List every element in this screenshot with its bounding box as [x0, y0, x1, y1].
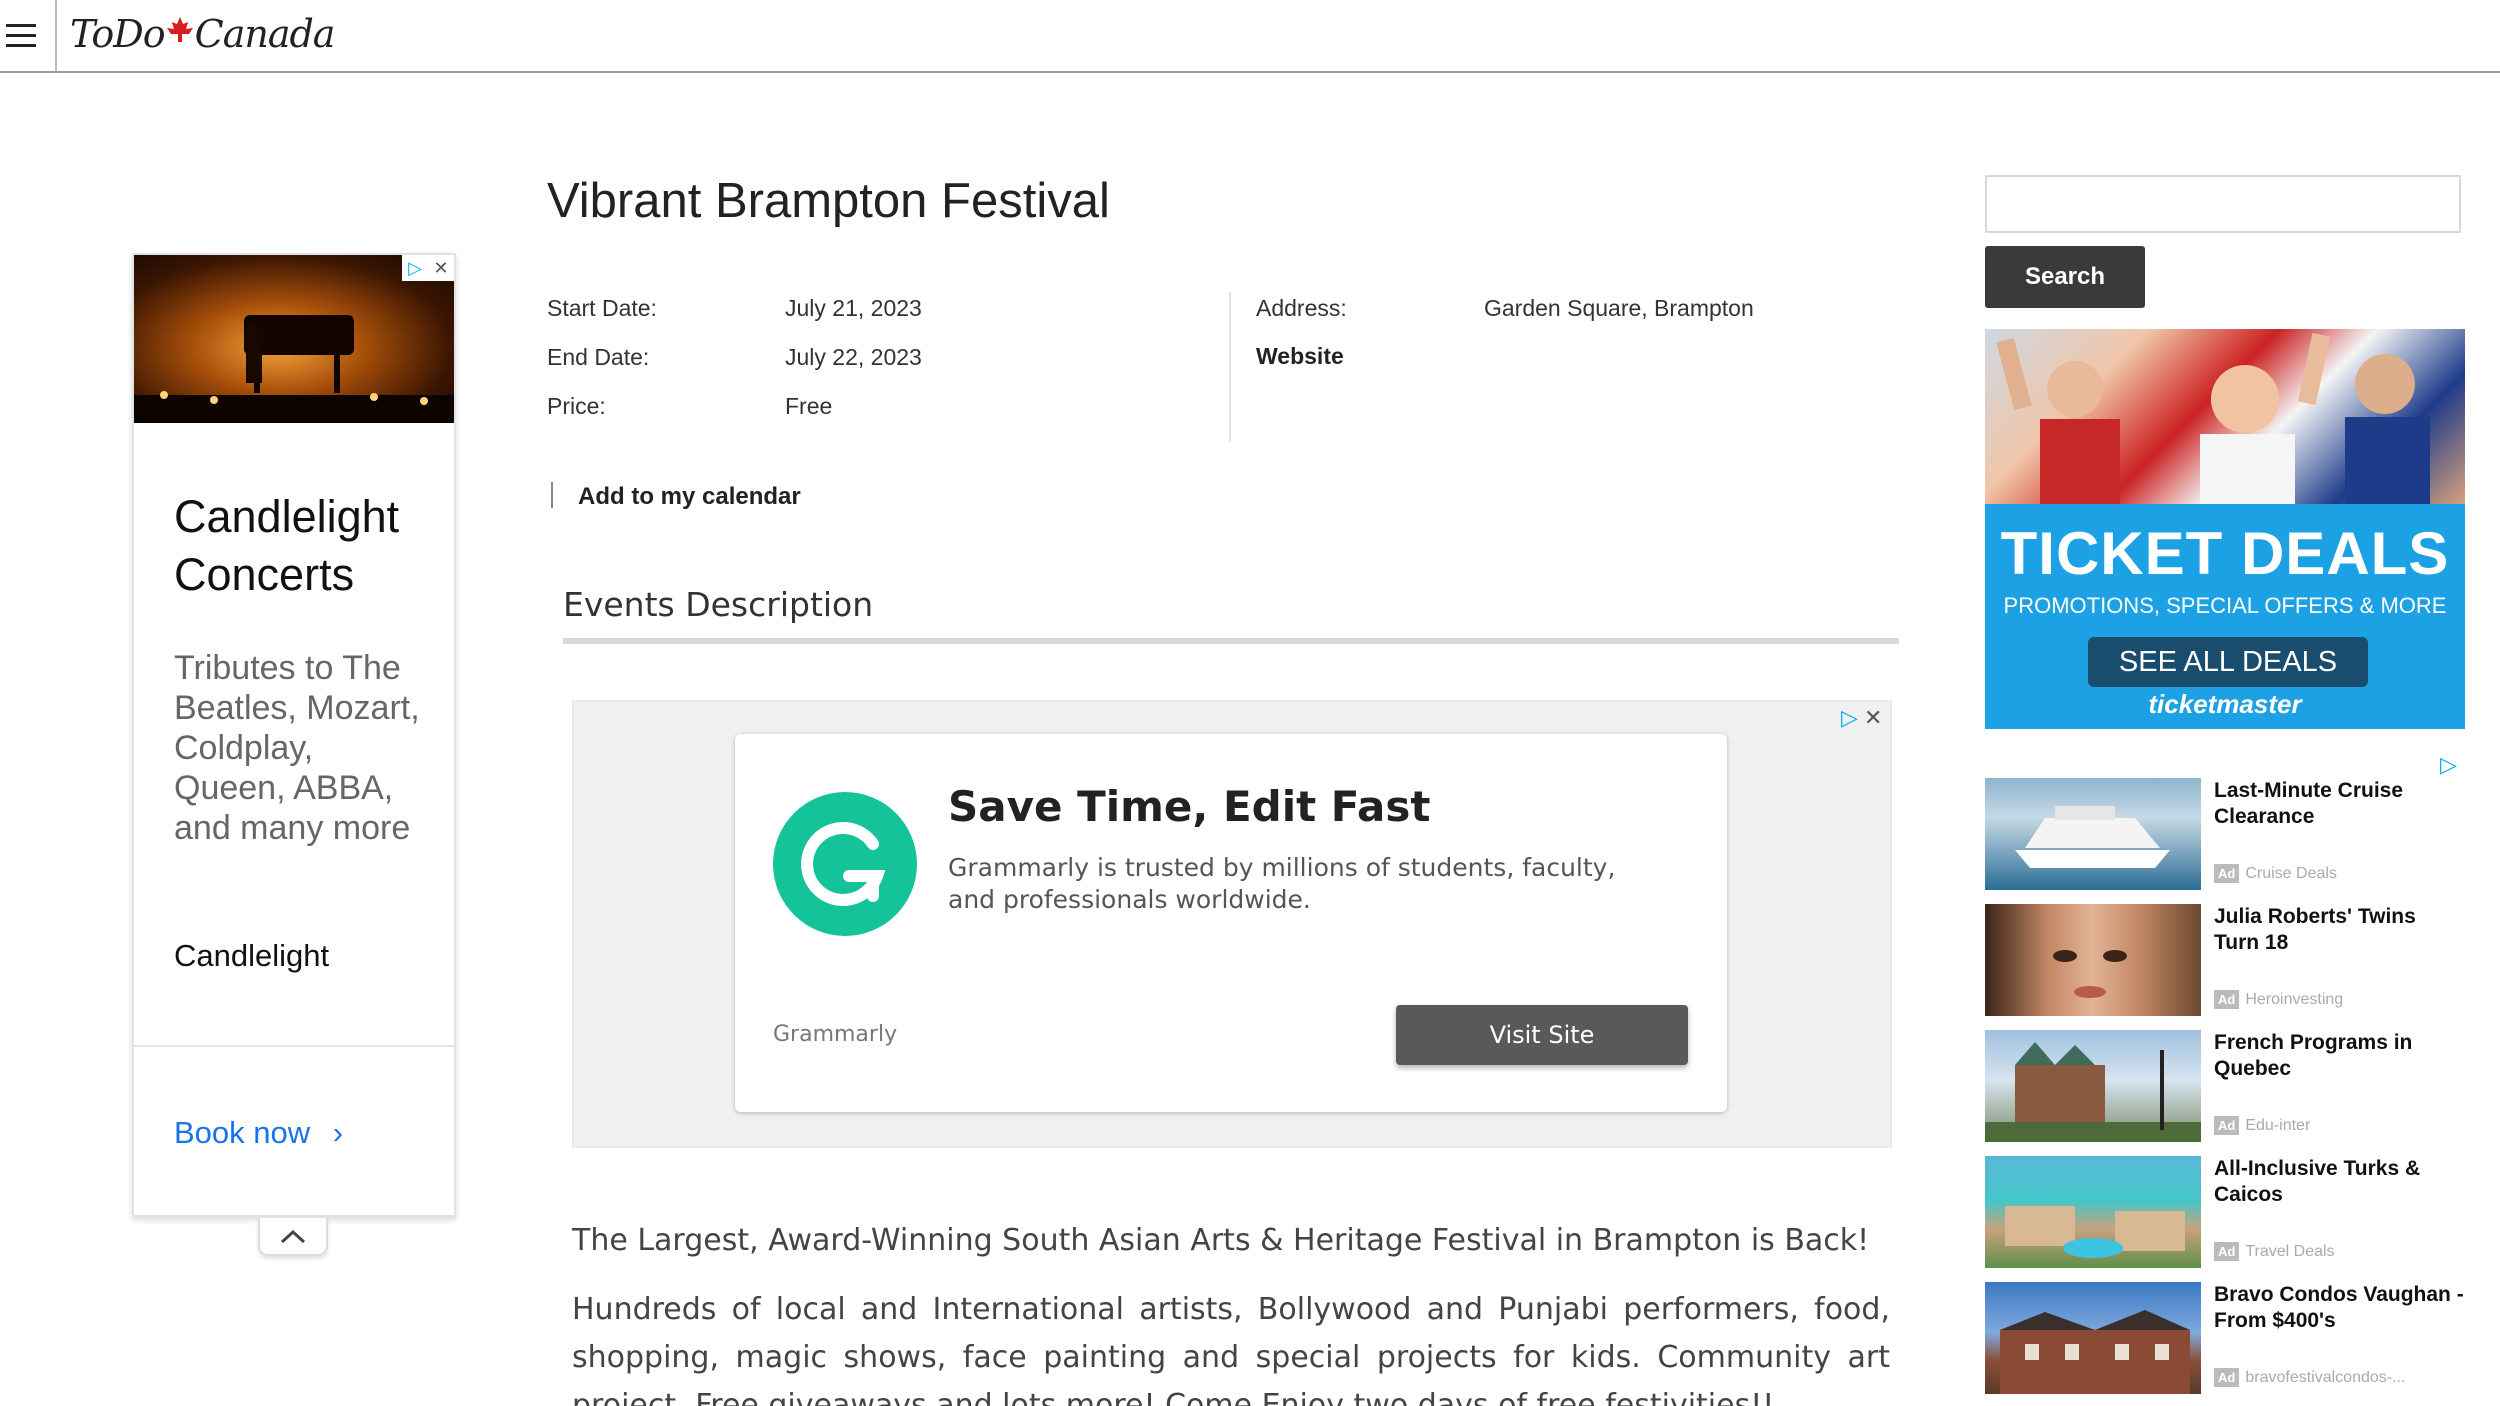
ad-description: Tributes to The Beatles, Mozart, Coldpla…	[174, 649, 420, 847]
start-date-label: Start Date:	[547, 295, 657, 321]
end-date-value: July 22, 2023	[785, 344, 922, 370]
source-name: Cruise Deals	[2245, 865, 2337, 882]
sponsored-title: All-Inclusive Turks & Caicos	[2214, 1157, 2421, 1206]
crowd-image	[1985, 329, 2465, 504]
ad-badge: Ad	[2214, 1116, 2240, 1135]
sponsored-item[interactable]: French Programs in Quebec Ad Edu-inter	[1985, 1030, 2465, 1142]
see-all-deals-button[interactable]: SEE ALL DEALS	[2088, 637, 2368, 687]
source-name: bravofestivalcondos-...	[2245, 1369, 2406, 1386]
grammarly-logo-icon	[773, 792, 917, 936]
maple-leaf-icon	[166, 17, 193, 42]
sponsored-source: Ad Edu-inter	[2214, 1116, 2310, 1135]
adchoices-icon[interactable]: ▷	[402, 255, 428, 281]
collapse-ad-button[interactable]	[258, 1218, 328, 1256]
ad-title: Save Time, Edit Fast	[948, 782, 1431, 831]
left-sidebar-ad[interactable]: ▷ ✕ Candlelight Concerts Tributes to The…	[132, 253, 456, 1217]
quebec-chateau-image	[1985, 1030, 2201, 1142]
meta-divider	[1229, 292, 1231, 442]
price-value: Free	[785, 393, 833, 419]
sponsored-source: Ad bravofestivalcondos-...	[2214, 1368, 2405, 1387]
ad-divider	[134, 1045, 454, 1047]
end-date-label: End Date:	[547, 344, 650, 370]
source-name: Edu-inter	[2245, 1117, 2311, 1134]
close-ad-icon[interactable]: ✕	[1864, 705, 1882, 730]
address-value: Garden Square, Brampton	[1484, 295, 1754, 321]
search-input[interactable]	[1985, 175, 2461, 233]
sponsored-source: Ad Travel Deals	[2214, 1242, 2335, 1261]
ad-badge: Ad	[2214, 990, 2240, 1009]
source-name: Heroinvesting	[2245, 991, 2344, 1008]
book-now-link[interactable]: Book now ›	[174, 1115, 343, 1151]
event-intro-paragraph: The Largest, Award-Winning South Asian A…	[572, 1223, 1870, 1258]
chevron-right-icon: ›	[332, 1115, 344, 1150]
section-divider	[563, 638, 1899, 644]
site-header: ToDo Canada	[0, 0, 2500, 73]
ad-badge: Ad	[2214, 864, 2240, 883]
adchoices-icon[interactable]: ▷ ✕	[1841, 705, 1882, 731]
calendar-link-bar	[551, 482, 553, 508]
sponsored-item[interactable]: Last-Minute Cruise Clearance Ad Cruise De…	[1985, 778, 2465, 890]
portrait-image	[1985, 904, 2201, 1016]
sponsored-title: Bravo Condos Vaughan - From $400's	[2214, 1283, 2464, 1332]
events-description-heading: Events Description	[563, 585, 874, 624]
ad-title: Candlelight Concerts	[174, 491, 400, 600]
ad-brand: Candlelight	[174, 938, 330, 973]
book-now-label: Book now	[174, 1115, 311, 1150]
sponsored-title: French Programs in Quebec	[2214, 1031, 2413, 1080]
visit-site-button[interactable]: Visit Site	[1396, 1005, 1688, 1065]
ad-brand: Grammarly	[773, 1022, 898, 1047]
ad-badge: Ad	[2214, 1242, 2240, 1261]
source-name: Travel Deals	[2245, 1243, 2335, 1260]
event-details-paragraph: Hundreds of local and International arti…	[572, 1292, 1890, 1406]
adchoices-icon[interactable]: ▷	[2440, 752, 2457, 778]
ad-badge: Ad	[2214, 1368, 2240, 1387]
sponsored-source: Ad Heroinvesting	[2214, 990, 2343, 1009]
close-ad-icon[interactable]: ✕	[428, 255, 454, 281]
ticketmaster-ad[interactable]: TICKET DEALS PROMOTIONS, SPECIAL OFFERS …	[1985, 329, 2465, 729]
price-label: Price:	[547, 393, 606, 419]
cruise-ship-image	[1985, 778, 2201, 890]
hamburger-menu-icon[interactable]	[0, 0, 57, 71]
condo-image	[1985, 1282, 2201, 1394]
ad-headline: TICKET DEALS	[2000, 520, 2450, 587]
sponsored-item[interactable]: All-Inclusive Turks & Caicos Ad Travel De…	[1985, 1156, 2465, 1268]
start-date-value: July 21, 2023	[785, 295, 922, 321]
sponsored-item[interactable]: Julia Roberts' Twins Turn 18 Ad Heroinves…	[1985, 904, 2465, 1016]
sponsored-source: Ad Cruise Deals	[2214, 864, 2337, 883]
search-button[interactable]: Search	[1985, 246, 2145, 308]
chevron-up-icon	[280, 1229, 306, 1244]
website-link[interactable]: Website	[1256, 343, 1344, 370]
site-logo[interactable]: ToDo Canada	[70, 12, 335, 62]
sponsored-title: Julia Roberts' Twins Turn 18	[2214, 905, 2416, 954]
page-title: Vibrant Brampton Festival	[547, 174, 1110, 228]
grammarly-ad[interactable]: ▷ ✕ Save Time, Edit Fast Grammarly is tr…	[572, 700, 1892, 1148]
resort-image	[1985, 1156, 2201, 1268]
ticketmaster-logo: ticketmaster	[2148, 689, 2302, 719]
grammarly-ad-card[interactable]: Save Time, Edit Fast Grammarly is truste…	[735, 734, 1727, 1112]
ad-subline: PROMOTIONS, SPECIAL OFFERS & MORE	[2003, 593, 2447, 618]
sponsored-item[interactable]: Bravo Condos Vaughan - From $400's Ad bra…	[1985, 1282, 2465, 1394]
ad-description: Grammarly is trusted by millions of stud…	[948, 853, 1616, 914]
address-label: Address:	[1256, 295, 1347, 321]
add-to-calendar-link[interactable]: Add to my calendar	[578, 483, 801, 511]
sponsored-title: Last-Minute Cruise Clearance	[2214, 779, 2404, 828]
